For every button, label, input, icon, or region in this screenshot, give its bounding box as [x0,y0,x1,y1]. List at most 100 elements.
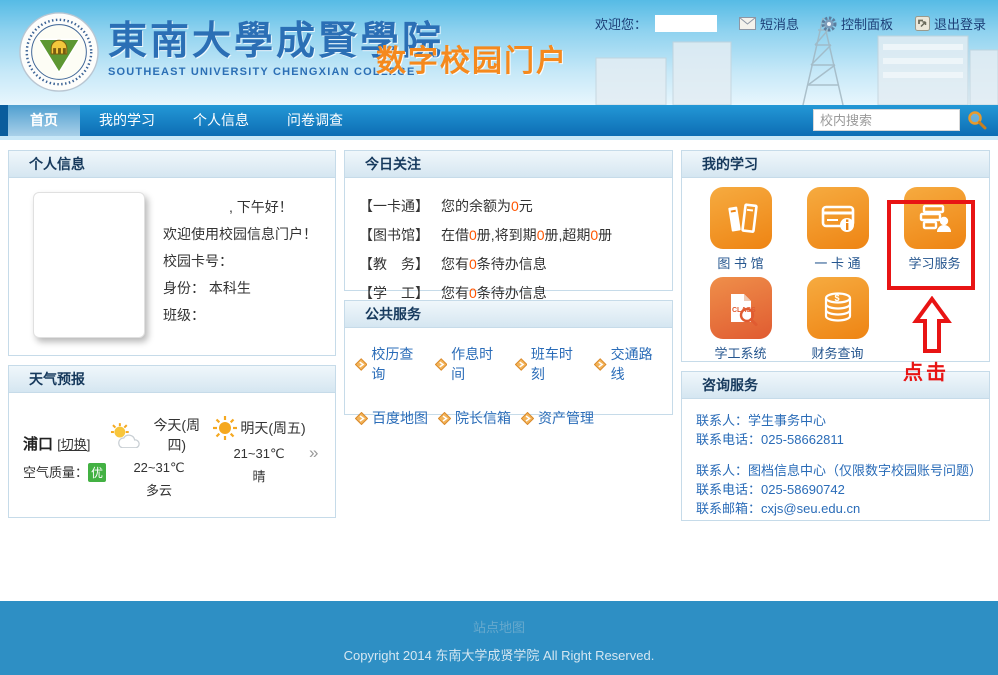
link-work-rest-time[interactable]: 作息时间 [435,344,505,384]
contact-person-1: 联系人：学生事务中心 [696,411,979,430]
tile-finance-query[interactable]: $ 财务查询 [789,275,886,365]
nav-item-home[interactable]: 首页 [8,105,80,136]
tile-finance-label: 财务查询 [811,343,863,362]
card-balance-value: 0 [511,198,519,214]
control-panel-link[interactable]: 控制面板 [821,14,893,33]
weather-city-block: 浦口 [切换] 空气质量：优 [23,433,109,482]
main-nav: 首页 我的学习 个人信息 问卷调查 [0,105,998,136]
page-header: 東南大學成賢學院 SOUTHEAST UNIVERSITY CHENGXIAN … [0,0,998,105]
messages-label: 短消息 [760,14,799,33]
student-affairs-icon: CLASS [710,277,772,339]
affairs-todo-value: 0 [469,285,477,301]
my-study-panel: 我的学习 图 书 馆 [681,150,990,362]
contact-phone-1: 联系电话：025-58662811 [696,430,979,449]
messages-link[interactable]: 短消息 [739,14,799,33]
weather-tomorrow: 明天(周五) 21~31℃ 晴 [209,415,309,485]
today-row-library: 【图书馆】 在借0册,将到期0册,超期0册 [359,221,658,250]
tile-student-affairs-system[interactable]: CLASS 学工系统 [692,275,789,365]
control-panel-label: 控制面板 [841,14,893,33]
weather-today: 今天(周四) 22~31℃ 多云 [109,415,209,499]
logout-link[interactable]: 退出登录 [915,14,986,33]
tile-onecard[interactable]: 一 卡 通 [789,185,886,275]
books-overdue-value: 0 [590,227,598,243]
link-traffic-routes[interactable]: 交通路线 [594,344,664,384]
link-asset-management[interactable]: 资产管理 [521,408,594,428]
personal-info-text: , 下午好！ 欢迎使用校园信息门户！ 校园卡号： 身份： 本科生 班级： [163,192,317,341]
nav-item-survey[interactable]: 问卷调查 [268,105,362,136]
tile-library-label: 图 书 馆 [717,253,763,272]
today-focus-panel: 今日关注 【一卡通】 您的余额为0元 【图书馆】 在借0册,将到期0册,超期0册… [344,150,673,291]
study-service-icon [904,187,966,249]
nav-left-edge [0,105,8,136]
search-input[interactable] [813,109,960,131]
envelope-icon [739,17,756,30]
consult-services-panel: 咨询服务 联系人：学生事务中心 联系电话：025-58662811 联系人：图档… [681,371,990,521]
books-borrowed-value: 0 [469,227,477,243]
public-services-body: 校历查询 作息时间 班车时刻 交通路线 [345,328,672,414]
my-study-title: 我的学习 [682,151,989,178]
diamond-arrow-icon [521,412,534,425]
diamond-arrow-icon [435,358,447,371]
sun-icon [212,415,238,441]
today-temp: 22~31℃ [109,460,209,476]
welcome-line: 欢迎使用校园信息门户！ [163,221,317,248]
diamond-arrow-icon [438,412,451,425]
nav-item-my-study[interactable]: 我的学习 [80,105,174,136]
sitemap-link[interactable]: 站点地图 [473,620,525,635]
finance-coins-icon: $ [807,277,869,339]
consult-services-body: 联系人：学生事务中心 联系电话：025-58662811 联系人：图档信息中心（… [682,399,989,520]
link-baidu-map[interactable]: 百度地图 [355,408,428,428]
diamond-arrow-icon [355,412,368,425]
today-row-card: 【一卡通】 您的余额为0元 [359,192,658,221]
link-dean-mailbox[interactable]: 院长信箱 [438,408,511,428]
contact-phone-2: 联系电话：025-58690742 [696,480,979,499]
weather-body: 浦口 [切换] 空气质量：优 [9,393,335,517]
college-logo [18,11,100,93]
greeting-line: , 下午好！ [163,194,317,221]
weather-more-chevron[interactable]: » [309,443,318,463]
card-number-line: 校园卡号： [163,248,317,275]
tile-student-affairs-label: 学工系统 [714,343,766,362]
link-shuttle-schedule[interactable]: 班车时刻 [515,344,585,384]
nav-item-personal-info[interactable]: 个人信息 [174,105,268,136]
identity-line: 身份： 本科生 [163,275,317,302]
tile-library[interactable]: 图 书 馆 [692,185,789,275]
search-button[interactable] [966,109,988,131]
gear-icon [821,16,837,32]
tomorrow-name: 明天(周五) [240,418,305,438]
weather-panel: 天气预报 浦口 [切换] 空气质量：优 [8,365,336,518]
today-row-academic: 【教 务】 您有0条待办信息 [359,250,658,279]
logout-label: 退出登录 [934,14,986,33]
personal-info-title: 个人信息 [9,151,335,178]
middle-column: 今日关注 【一卡通】 您的余额为0元 【图书馆】 在借0册,将到期0册,超期0册… [344,150,673,415]
username-redacted-box [655,15,717,32]
class-line: 班级： [163,302,317,329]
campus-search [813,109,988,131]
link-school-calendar[interactable]: 校历查询 [355,344,425,384]
air-quality-badge: 优 [88,463,106,482]
today-name: 今天(周四) [145,415,209,455]
library-books-icon [710,187,772,249]
tile-study-service[interactable]: 学习服务 [886,185,983,275]
onecard-card-icon [807,187,869,249]
personal-info-panel: 个人信息 , 下午好！ 欢迎使用校园信息门户！ 校园卡号： 身份： 本科生 班级… [8,150,336,356]
diamond-arrow-icon [594,358,606,371]
main-content: 个人信息 , 下午好！ 欢迎使用校园信息门户！ 校园卡号： 身份： 本科生 班级… [0,140,998,601]
copyright-text: Copyright 2014 东南大学成贤学院 All Right Reserv… [0,645,998,664]
portal-page: 東南大學成賢學院 SOUTHEAST UNIVERSITY CHENGXIAN … [0,0,998,675]
my-study-body: 图 书 馆 [682,178,989,361]
user-bar: 欢迎您： 短消息 控制面板 [595,14,986,33]
today-focus-title: 今日关注 [345,151,672,178]
logout-icon [915,16,930,31]
weather-title: 天气预报 [9,366,335,393]
page-footer: 站点地图 Copyright 2014 东南大学成贤学院 All Right R… [0,601,998,675]
diamond-arrow-icon [355,358,367,371]
city-switch-link[interactable]: [切换] [57,437,90,452]
city-name: 浦口 [23,436,53,453]
today-focus-body: 【一卡通】 您的余额为0元 【图书馆】 在借0册,将到期0册,超期0册 【教 务… [345,178,672,290]
diamond-arrow-icon [515,358,527,371]
right-column: 我的学习 图 书 馆 [681,150,990,521]
svg-text:$: $ [834,293,839,303]
search-icon [967,110,987,130]
contact-email: 联系邮箱：cxjs@seu.edu.cn [696,499,979,518]
